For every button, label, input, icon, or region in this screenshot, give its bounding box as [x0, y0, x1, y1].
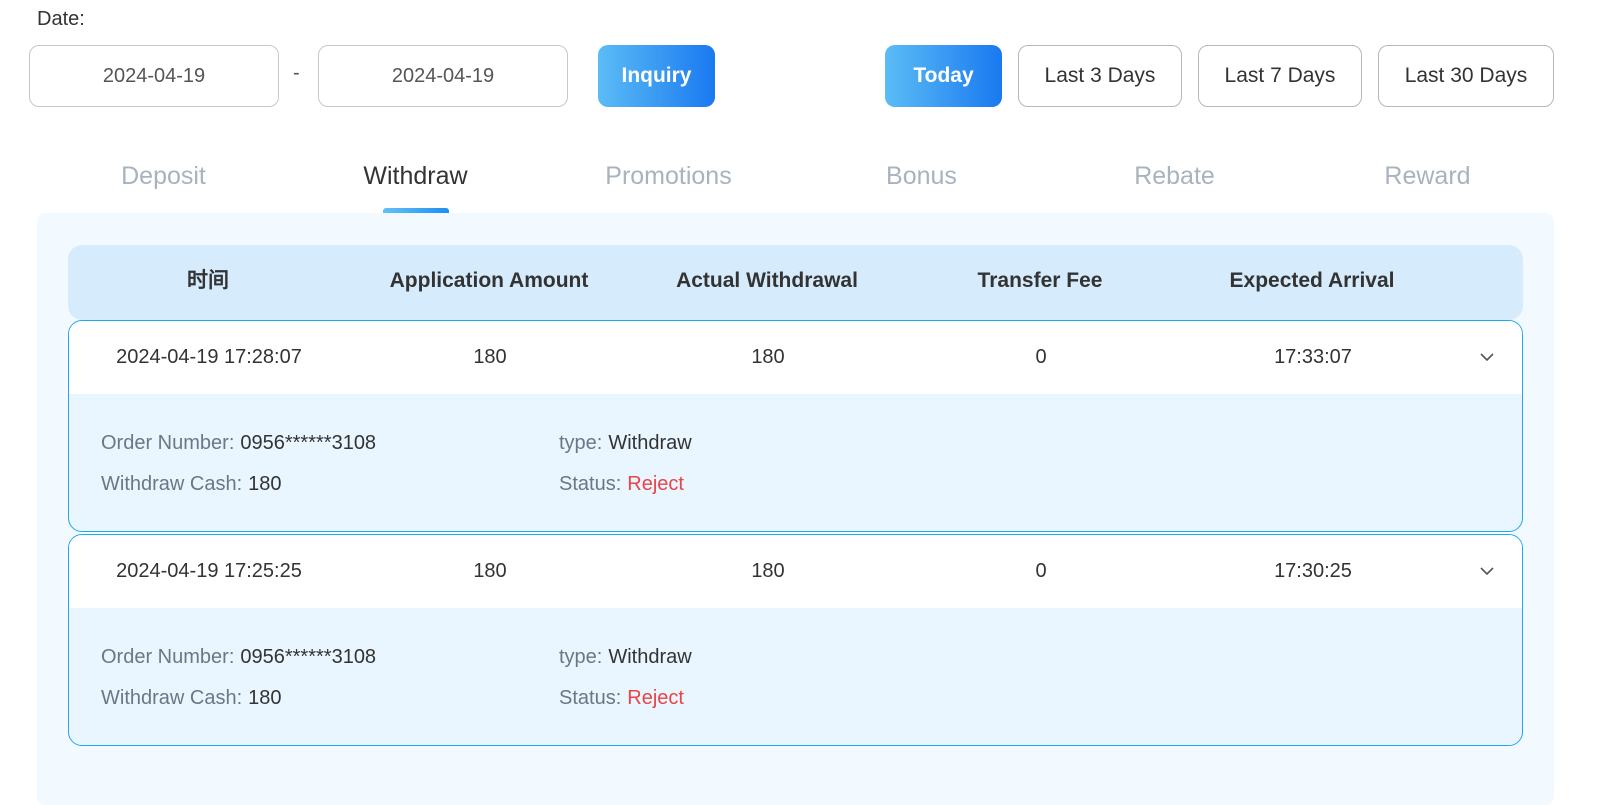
column-header-expected-arrival: Expected Arrival	[1229, 269, 1395, 292]
row-time: 2024-04-19 17:25:25	[116, 560, 302, 582]
inquiry-button[interactable]: Inquiry	[598, 45, 715, 107]
start-date-input[interactable]	[29, 45, 279, 107]
status-label: Status:	[559, 473, 622, 495]
row-transfer-fee: 0	[1035, 560, 1047, 582]
status-label: Status:	[559, 687, 622, 709]
row-application-amount: 180	[473, 560, 507, 582]
withdraw-cash: Withdraw Cash: 180	[101, 686, 282, 710]
tab-rebate[interactable]: Rebate	[1048, 150, 1301, 210]
row-expected-arrival: 17:33:07	[1274, 346, 1352, 368]
date-label: Date:	[37, 8, 85, 30]
record-status: Status: Reject	[559, 686, 684, 710]
chevron-down-icon[interactable]	[1477, 347, 1497, 367]
record-type: type: Withdraw	[559, 431, 692, 455]
today-button[interactable]: Today	[885, 45, 1002, 107]
type-value: Withdraw	[608, 432, 692, 454]
tab-deposit[interactable]: Deposit	[37, 150, 290, 210]
row-summary[interactable]: 2024-04-19 17:25:25 180 180 0 17:30:25	[69, 535, 1522, 608]
row-summary[interactable]: 2024-04-19 17:28:07 180 180 0 17:33:07	[69, 321, 1522, 394]
type-label: type:	[559, 432, 603, 454]
withdraw-cash: Withdraw Cash: 180	[101, 472, 282, 496]
tab-withdraw[interactable]: Withdraw	[289, 150, 542, 210]
order-number: Order Number: 0956******3108	[101, 645, 376, 669]
type-value: Withdraw	[608, 646, 692, 668]
column-header-actual-withdrawal: Actual Withdrawal	[676, 269, 858, 292]
row-actual-withdrawal: 180	[751, 560, 785, 582]
order-number-label: Order Number:	[101, 646, 235, 668]
withdraw-cash-label: Withdraw Cash:	[101, 687, 243, 709]
status-value: Reject	[627, 473, 684, 495]
column-header-transfer-fee: Transfer Fee	[977, 269, 1103, 292]
status-value: Reject	[627, 687, 684, 709]
table-row[interactable]: 2024-04-19 17:25:25 180 180 0 17:30:25 O…	[68, 534, 1523, 746]
record-tabs: Deposit Withdraw Promotions Bonus Rebate…	[37, 150, 1554, 214]
last-30-days-button[interactable]: Last 30 Days	[1378, 45, 1554, 107]
row-transfer-fee: 0	[1035, 346, 1047, 368]
order-number-label: Order Number:	[101, 432, 235, 454]
row-time: 2024-04-19 17:28:07	[116, 346, 302, 368]
row-actual-withdrawal: 180	[751, 346, 785, 368]
date-separator: -	[293, 62, 300, 84]
tab-bonus[interactable]: Bonus	[795, 150, 1048, 210]
column-header-time: 时间	[187, 269, 229, 292]
tab-reward[interactable]: Reward	[1301, 150, 1554, 210]
withdraw-cash-value: 180	[248, 473, 282, 495]
end-date-input[interactable]	[318, 45, 568, 107]
type-label: type:	[559, 646, 603, 668]
withdraw-cash-value: 180	[248, 687, 282, 709]
row-expected-arrival: 17:30:25	[1274, 560, 1352, 582]
order-number: Order Number: 0956******3108	[101, 431, 376, 455]
record-status: Status: Reject	[559, 472, 684, 496]
table-header: 时间 Application Amount Actual Withdrawal …	[68, 245, 1523, 320]
last-7-days-button[interactable]: Last 7 Days	[1198, 45, 1362, 107]
withdraw-cash-label: Withdraw Cash:	[101, 473, 243, 495]
row-application-amount: 180	[473, 346, 507, 368]
column-header-application-amount: Application Amount	[389, 269, 589, 292]
last-3-days-button[interactable]: Last 3 Days	[1018, 45, 1182, 107]
record-type: type: Withdraw	[559, 645, 692, 669]
table-row[interactable]: 2024-04-19 17:28:07 180 180 0 17:33:07 O…	[68, 320, 1523, 532]
order-number-value: 0956******3108	[240, 646, 377, 668]
chevron-down-icon[interactable]	[1477, 561, 1497, 581]
tab-promotions[interactable]: Promotions	[542, 150, 795, 210]
order-number-value: 0956******3108	[240, 432, 377, 454]
